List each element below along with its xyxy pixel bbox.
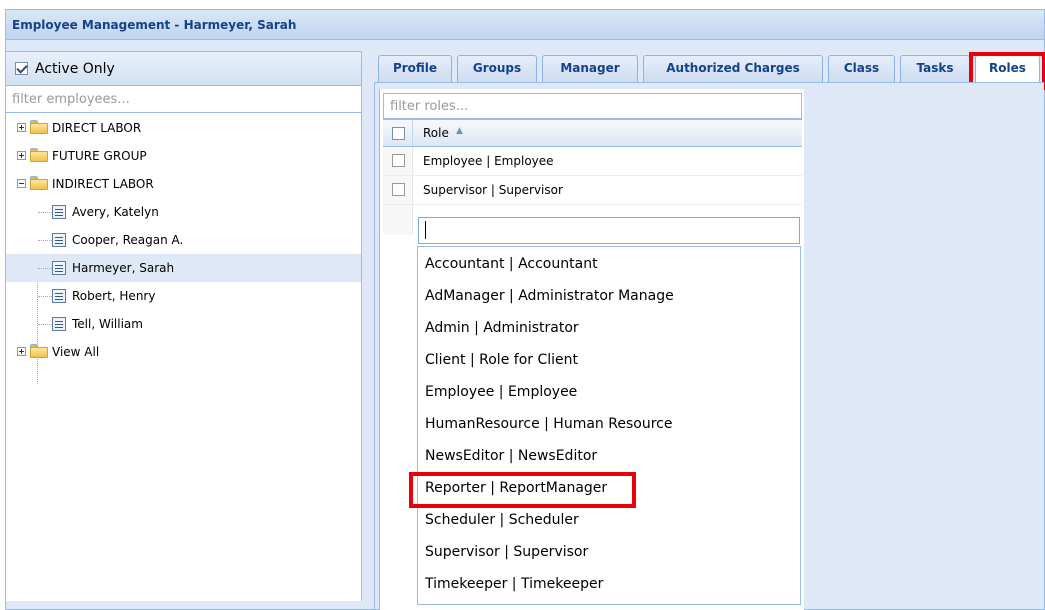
dropdown-option[interactable]: Scheduler | Scheduler bbox=[418, 504, 800, 536]
employee-tree-panel: Active Only DIRECT LABOR FUTURE GROUP IN… bbox=[5, 51, 362, 601]
tree-node-label: Avery, Katelyn bbox=[72, 205, 159, 219]
folder-icon bbox=[30, 344, 48, 358]
dropdown-option[interactable]: Timekeeper | Timekeeper bbox=[418, 568, 800, 600]
tree-node-label: INDIRECT LABOR bbox=[52, 177, 154, 191]
tab-class[interactable]: Class bbox=[828, 55, 895, 82]
tree-guide-line bbox=[38, 268, 52, 269]
row-check-cell bbox=[383, 147, 413, 175]
tab-profile[interactable]: Profile bbox=[378, 55, 452, 82]
tab-groups[interactable]: Groups bbox=[457, 55, 537, 82]
tree-node-label: Robert, Henry bbox=[72, 289, 156, 303]
roles-filter-input[interactable] bbox=[383, 93, 802, 119]
dropdown-option[interactable]: Supervisor | Supervisor bbox=[418, 536, 800, 568]
sort-ascending-icon[interactable]: ▲ bbox=[456, 126, 463, 136]
select-all-checkbox[interactable] bbox=[392, 127, 405, 140]
tree-guide-line bbox=[38, 212, 52, 213]
tree-node-label: Harmeyer, Sarah bbox=[72, 261, 175, 275]
active-only-checkbox[interactable] bbox=[15, 62, 28, 75]
tree-node-cooper-reagan[interactable]: Cooper, Reagan A. bbox=[6, 226, 361, 254]
table-row[interactable]: Supervisor | Supervisor bbox=[383, 176, 802, 205]
tree-node-harmeyer-sarah[interactable]: Harmeyer, Sarah bbox=[6, 254, 361, 282]
tree-node-label: View All bbox=[52, 345, 100, 359]
dropdown-option[interactable]: Employee | Employee bbox=[418, 376, 800, 408]
role-dropdown-list: Accountant | Accountant AdManager | Admi… bbox=[417, 246, 801, 605]
tree-node-label: Tell, William bbox=[72, 317, 143, 331]
reporter-option-highlight-box bbox=[409, 472, 636, 508]
window-titlebar: Employee Management - Harmeyer, Sarah bbox=[6, 10, 1044, 40]
tree-node-indirect-labor[interactable]: INDIRECT LABOR bbox=[6, 170, 361, 198]
roles-grid-header: Role ▲ bbox=[383, 119, 802, 147]
folder-open-icon bbox=[30, 176, 48, 190]
employee-card-icon bbox=[52, 317, 66, 331]
employee-card-icon bbox=[52, 261, 66, 275]
dropdown-option[interactable]: Client | Role for Client bbox=[418, 344, 800, 376]
active-only-label[interactable]: Active Only bbox=[35, 61, 115, 77]
tree-guide-line bbox=[38, 296, 52, 297]
dropdown-option[interactable]: AdManager | Administrator Manage bbox=[418, 280, 800, 312]
tree-node-robert-henry[interactable]: Robert, Henry bbox=[6, 282, 361, 310]
detail-tabstrip: Profile Groups Manager Authorized Charge… bbox=[370, 46, 1040, 83]
folder-icon bbox=[30, 120, 48, 134]
employee-card-icon bbox=[52, 205, 66, 219]
dropdown-option[interactable]: Admin | Administrator bbox=[418, 312, 800, 344]
tab-manager[interactable]: Manager bbox=[542, 55, 638, 82]
tree-guide-line bbox=[38, 324, 52, 325]
text-caret bbox=[425, 221, 426, 239]
tab-tasks[interactable]: Tasks bbox=[900, 55, 970, 82]
folder-icon bbox=[30, 148, 48, 162]
row-checkbox[interactable] bbox=[392, 183, 405, 196]
dropdown-option[interactable]: Accountant | Accountant bbox=[418, 248, 800, 280]
tree-guide-line bbox=[38, 240, 52, 241]
dropdown-option[interactable]: HumanResource | Human Resource bbox=[418, 408, 800, 440]
role-cell: Supervisor | Supervisor bbox=[423, 183, 563, 197]
expand-plus-icon[interactable] bbox=[17, 151, 26, 160]
role-column-header[interactable]: Role bbox=[423, 126, 449, 140]
tree-node-view-all[interactable]: View All bbox=[6, 338, 361, 366]
tree-node-tell-william[interactable]: Tell, William bbox=[6, 310, 361, 338]
tree-node-label: DIRECT LABOR bbox=[52, 121, 142, 135]
tree-node-avery-katelyn[interactable]: Avery, Katelyn bbox=[6, 198, 361, 226]
expand-plus-icon[interactable] bbox=[17, 123, 26, 132]
employee-filter-input[interactable] bbox=[6, 87, 361, 113]
expand-plus-icon[interactable] bbox=[17, 347, 26, 356]
row-checkbox[interactable] bbox=[392, 154, 405, 167]
collapse-minus-icon[interactable] bbox=[17, 179, 26, 188]
table-row[interactable]: Employee | Employee bbox=[383, 147, 802, 176]
tree-node-label: Cooper, Reagan A. bbox=[72, 233, 184, 247]
tree-node-label: FUTURE GROUP bbox=[52, 149, 147, 163]
row-check-cell bbox=[383, 176, 413, 204]
header-check-cell bbox=[383, 120, 413, 146]
new-row-check-cell bbox=[383, 205, 413, 235]
tab-authorized-charges[interactable]: Authorized Charges bbox=[643, 55, 823, 82]
tree-node-direct-labor[interactable]: DIRECT LABOR bbox=[6, 114, 361, 142]
dropdown-option[interactable]: NewsEditor | NewsEditor bbox=[418, 440, 800, 472]
role-cell: Employee | Employee bbox=[423, 154, 554, 168]
employee-card-icon bbox=[52, 233, 66, 247]
active-only-toolbar: Active Only bbox=[6, 52, 361, 86]
tree-node-future-group[interactable]: FUTURE GROUP bbox=[6, 142, 361, 170]
window-title: Employee Management - Harmeyer, Sarah bbox=[12, 18, 297, 32]
employee-card-icon bbox=[52, 289, 66, 303]
role-combo-input[interactable] bbox=[418, 217, 800, 244]
